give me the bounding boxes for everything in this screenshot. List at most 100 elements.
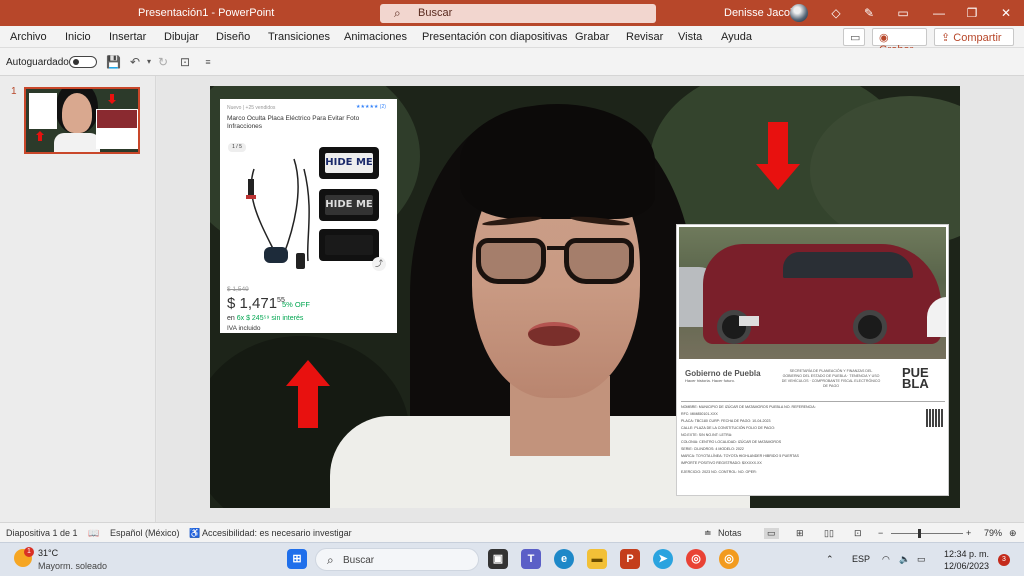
tab-dibujar[interactable]: Dibujar: [164, 31, 199, 43]
tab-grabar[interactable]: Grabar: [575, 31, 609, 43]
search-placeholder: Buscar: [418, 7, 453, 19]
ad-tax-note: IVA incluido: [227, 325, 261, 332]
system-clock[interactable]: 12:34 p. m. 12/06/2023: [944, 548, 989, 572]
ribbon-display-icon[interactable]: ▭: [895, 5, 911, 21]
tab-presentacion[interactable]: Presentación con diapositivas: [422, 31, 568, 43]
slide-sorter-icon[interactable]: ⊞: [796, 528, 804, 539]
doc-row: PLACA: TBC180 CURP: FECHA DE PAGO: 10-04…: [681, 419, 771, 423]
restore-icon[interactable]: ❐: [964, 5, 980, 21]
normal-view-icon[interactable]: ▭: [764, 528, 779, 539]
customize-icon[interactable]: ≡: [201, 55, 215, 69]
doc-row: NOMBRE: MUNICIPIO DE IZÚCAR DE MATAMOROS…: [681, 405, 816, 409]
tab-revisar[interactable]: Revisar: [626, 31, 663, 43]
weather-badge: 1: [24, 547, 34, 557]
tab-diseno[interactable]: Diseño: [216, 31, 250, 43]
notes-button[interactable]: Notas: [718, 528, 742, 538]
red-arrow-down[interactable]: [756, 122, 800, 190]
search-icon: ⌕: [394, 6, 401, 20]
redo-icon[interactable]: ↻: [156, 55, 170, 69]
notification-badge[interactable]: 3: [998, 554, 1010, 566]
chrome-profile-icon[interactable]: ◎: [719, 549, 739, 569]
doc-row: NO.EXTE: S/N NO.INT: LETRA:: [681, 433, 733, 437]
fit-slide-icon[interactable]: ⊕: [1009, 528, 1017, 539]
windows-taskbar: 1 31°C Mayorm. soleado ⊞ ⌕ Buscar ▣ T e …: [0, 542, 1024, 576]
weather-temp[interactable]: 31°C: [38, 548, 58, 558]
search-box[interactable]: ⌕ Buscar: [380, 4, 656, 23]
spellcheck-icon[interactable]: 📖: [88, 528, 99, 539]
quick-access-toolbar: Autoguardado 💾 ↶ ▾ ↻ ⊡ ≡: [0, 48, 1024, 76]
ad-price: $ 1,47155: [227, 295, 285, 312]
doc-row: SERIE: CILINDROS: 4 MODELO: 2022: [681, 447, 744, 451]
zoom-slider-track[interactable]: [891, 533, 963, 534]
battery-icon[interactable]: ▭: [917, 554, 926, 565]
zoom-level[interactable]: 79%: [984, 528, 1002, 538]
undo-icon[interactable]: ↶: [128, 55, 142, 69]
reading-view-icon[interactable]: ▯▯: [824, 528, 834, 539]
car-photo: [679, 227, 946, 359]
task-view-icon[interactable]: ▣: [488, 549, 508, 569]
minimize-icon[interactable]: —: [931, 5, 947, 21]
vehicle-document-image[interactable]: Gobierno de Puebla Hacer historia. Hacer …: [676, 224, 949, 496]
doc-row: CALLE: PLAZA DE LA CONSTITUCIÓN FOLIO DE…: [681, 426, 775, 430]
plate-frame-image: HIDE ME: [319, 189, 379, 221]
autosave-label: Autoguardado: [6, 57, 69, 68]
save-icon[interactable]: 💾: [106, 55, 121, 69]
autosave-toggle[interactable]: [69, 56, 97, 68]
accessibility-status[interactable]: Accesibilidad: es necesario investigar: [202, 528, 352, 538]
file-explorer-icon[interactable]: ▬: [587, 549, 607, 569]
taskbar-search[interactable]: ⌕ Buscar: [315, 548, 479, 571]
doc-row: RFC: MIM850101-XXX: [681, 412, 718, 416]
weather-desc[interactable]: Mayorm. soleado: [38, 561, 107, 571]
edge-icon[interactable]: e: [554, 549, 574, 569]
tab-ayuda[interactable]: Ayuda: [721, 31, 752, 43]
slideshow-icon[interactable]: ⊡: [854, 528, 862, 539]
tab-insertar[interactable]: Insertar: [109, 31, 146, 43]
share-icon[interactable]: ⤴: [372, 257, 386, 271]
accessibility-icon[interactable]: ♿: [189, 528, 200, 539]
close-icon[interactable]: ✕: [998, 5, 1014, 21]
start-icon[interactable]: ⊞: [287, 549, 307, 569]
volume-icon[interactable]: 🔈: [899, 554, 910, 565]
red-arrow-up[interactable]: [286, 360, 330, 428]
tab-archivo[interactable]: Archivo: [10, 31, 47, 43]
ad-installments: en 6x $ 245⁵⁹ sin interés: [227, 315, 304, 322]
wifi-icon[interactable]: ◠: [882, 554, 890, 565]
diamond-icon[interactable]: ◇: [828, 5, 844, 21]
qr-code: [926, 409, 944, 427]
tab-animaciones[interactable]: Animaciones: [344, 31, 407, 43]
tab-transiciones[interactable]: Transiciones: [268, 31, 330, 43]
chrome-icon[interactable]: ◎: [686, 549, 706, 569]
present-icon[interactable]: ⊡: [178, 55, 192, 69]
gov-logo-text: Gobierno de Puebla Hacer historia. Hacer …: [685, 369, 761, 383]
window-title: Presentación1 - PowerPoint: [138, 7, 275, 19]
record-button[interactable]: ◉ Grabar: [872, 28, 927, 56]
telegram-icon[interactable]: ➤: [653, 549, 673, 569]
taskbar-search-placeholder: Buscar: [343, 555, 375, 566]
show-hidden-icons[interactable]: ⌃: [826, 554, 834, 565]
pen-icon[interactable]: ✎: [861, 5, 877, 21]
comments-button[interactable]: ▭: [843, 28, 865, 46]
ad-old-price: $ 1,549: [227, 286, 249, 293]
powerpoint-icon[interactable]: P: [620, 549, 640, 569]
notes-icon[interactable]: ≐: [704, 528, 712, 539]
zoom-in-icon[interactable]: +: [966, 528, 971, 538]
slide-thumbnail[interactable]: [24, 87, 140, 154]
tab-vista[interactable]: Vista: [678, 31, 702, 43]
teams-icon[interactable]: T: [521, 549, 541, 569]
doc-row: EJERCICIO: 2023 NO. CONTROL: NO. OPER:: [681, 470, 757, 474]
language-status[interactable]: Español (México): [110, 528, 180, 538]
share-button[interactable]: ⇪ Compartir ▾: [934, 28, 1014, 57]
slide-canvas[interactable]: Nuevo | +25 vendidos ★★★★★ (2) Marco Ocu…: [210, 86, 960, 508]
input-language[interactable]: ESP: [852, 554, 870, 564]
undo-dropdown-icon[interactable]: ▾: [142, 55, 156, 69]
tab-inicio[interactable]: Inicio: [65, 31, 91, 43]
ad-discount: 5% OFF: [282, 300, 310, 309]
slide-count: Diapositiva 1 de 1: [6, 528, 78, 538]
avatar[interactable]: [790, 4, 808, 22]
ribbon-tabs: Archivo Inicio Insertar Dibujar Diseño T…: [0, 26, 1024, 57]
ad-title: Marco Oculta Placa Eléctrico Para Evitar…: [227, 115, 360, 130]
product-ad-image[interactable]: Nuevo | +25 vendidos ★★★★★ (2) Marco Ocu…: [220, 99, 397, 333]
ad-rating: ★★★★★ (2): [356, 104, 386, 110]
zoom-slider-thumb[interactable]: [918, 529, 921, 538]
zoom-out-icon[interactable]: −: [878, 528, 883, 538]
